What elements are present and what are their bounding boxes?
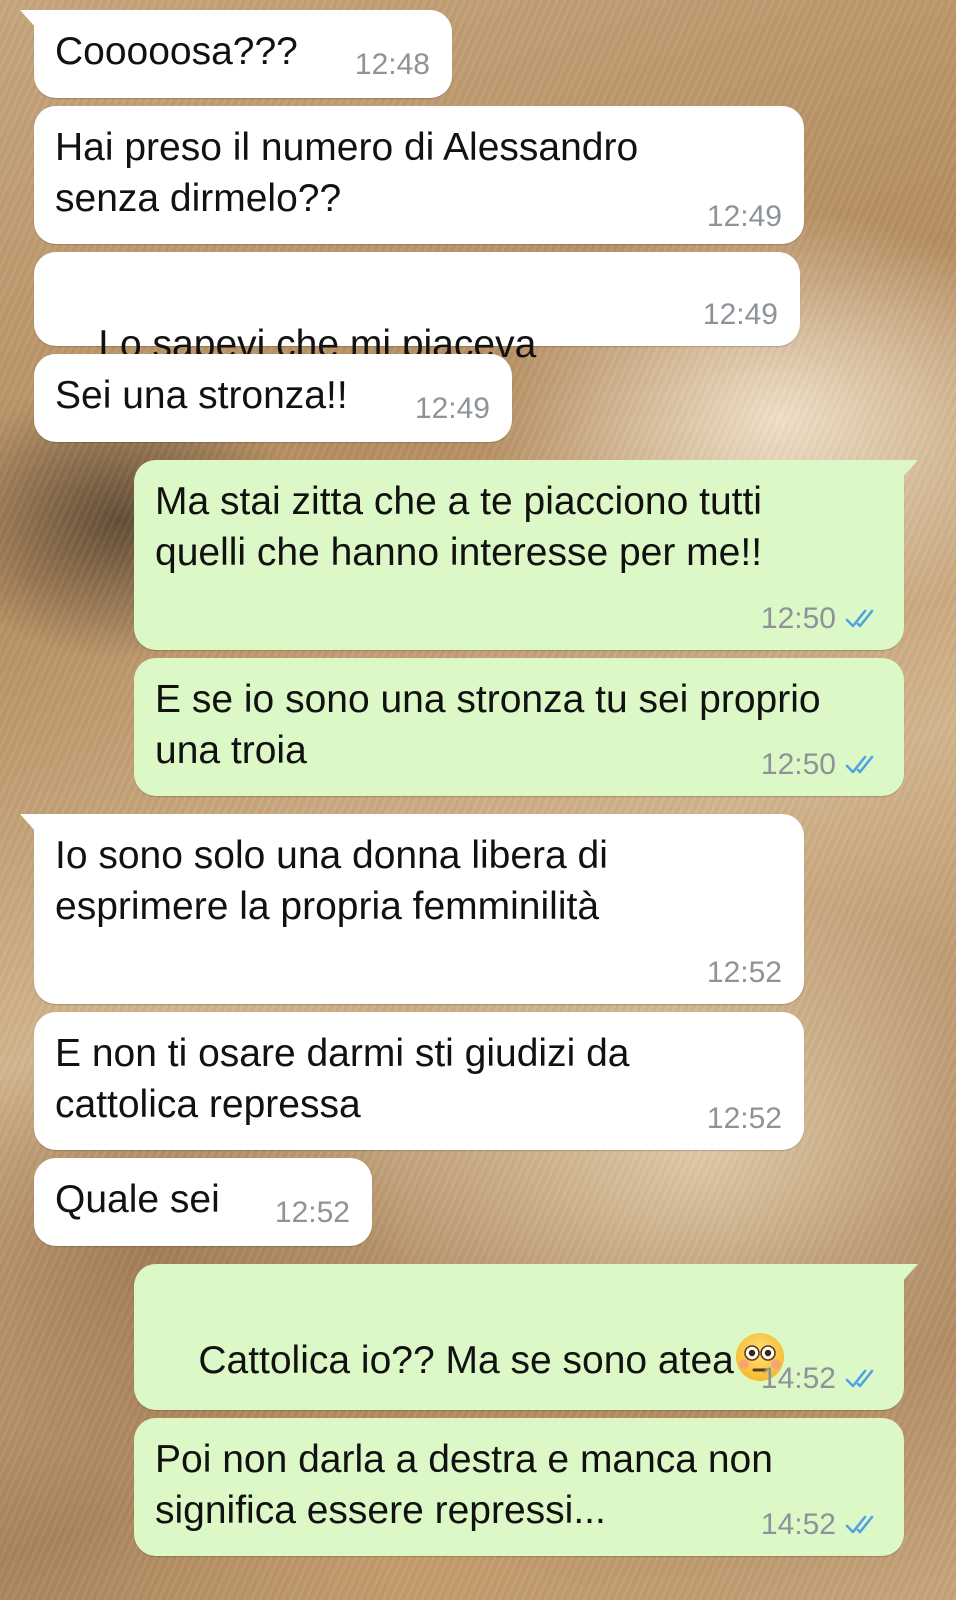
message-time: 12:49 (414, 392, 490, 425)
message-time: 12:50 (760, 602, 836, 635)
message-bubble-incoming[interactable]: Quale sei 12:52 (34, 1158, 372, 1246)
bubble-tail (20, 814, 36, 832)
message-time: 12:49 (706, 200, 782, 233)
message-bubble-incoming[interactable]: Lo sapevi che mi piaceva 12:49 (34, 252, 800, 420)
message-text: E non ti osare darmi sti giudizi da catt… (55, 1032, 630, 1126)
message-text: Hai preso il numero di Alessandro senza … (55, 126, 639, 220)
message-time: 12:49 (702, 298, 778, 331)
message-bubble-outgoing[interactable]: Cattolica io?? Ma se sono atea 14:52 (134, 1264, 918, 1410)
message-text: Io sono solo una donna libera di esprime… (55, 834, 608, 928)
double-check-read-icon (845, 609, 874, 628)
message-text: Cattolica io?? Ma se sono atea (198, 1339, 734, 1382)
double-check-read-icon (845, 1369, 874, 1388)
message-text: Ma stai zitta che a te piacciono tutti q… (155, 480, 763, 574)
message-bubble-incoming[interactable]: Io sono solo una donna libera di esprime… (20, 814, 804, 1004)
message-time: 12:48 (354, 48, 430, 81)
message-bubble-incoming[interactable]: Hai preso il numero di Alessandro senza … (34, 106, 804, 244)
message-time: 12:50 (760, 748, 836, 781)
message-bubble-outgoing[interactable]: Poi non darla a destra e manca non signi… (134, 1418, 904, 1556)
message-bubble-outgoing[interactable]: Ma stai zitta che a te piacciono tutti q… (134, 460, 918, 650)
message-bubble-incoming[interactable]: Cooooosa??? 12:48 (20, 10, 452, 98)
message-bubble-incoming[interactable]: E non ti osare darmi sti giudizi da catt… (34, 1012, 804, 1150)
message-time: 12:52 (274, 1196, 350, 1229)
message-time: 12:52 (706, 956, 782, 989)
double-check-read-icon (845, 755, 874, 774)
message-time: 14:52 (760, 1508, 836, 1541)
bubble-tail (20, 10, 36, 28)
message-bubble-incoming[interactable]: Sei una stronza!! 12:49 (34, 354, 512, 442)
bubble-tail (902, 1264, 918, 1282)
double-check-read-icon (845, 1515, 874, 1534)
message-bubble-outgoing[interactable]: E se io sono una stronza tu sei proprio … (134, 658, 904, 796)
message-time: 14:52 (760, 1362, 836, 1395)
message-time: 12:52 (706, 1102, 782, 1135)
bubble-tail (902, 460, 918, 478)
